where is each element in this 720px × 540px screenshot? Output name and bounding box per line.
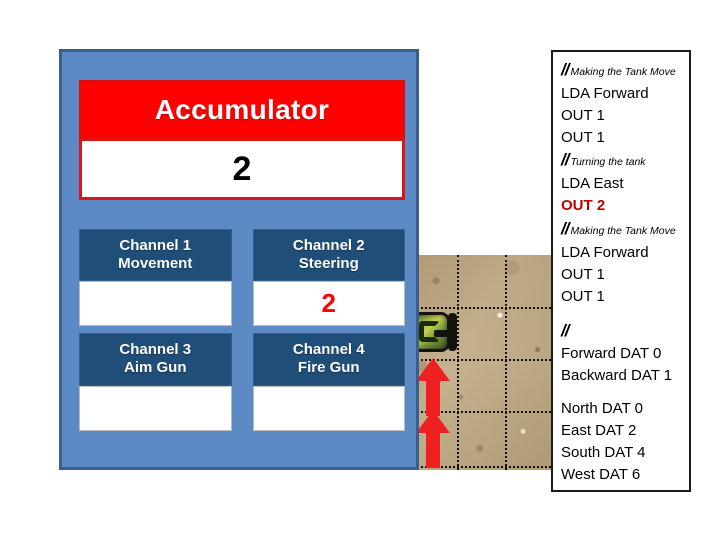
comment-text: Turning the tank [570,156,646,169]
channel-1[interactable]: Channel 1 Movement [79,229,232,327]
channel-4[interactable]: Channel 4 Fire Gun [252,333,405,431]
accumulator-widget: Accumulator 2 [79,80,405,210]
code-line: West DAT 6 [561,465,641,483]
code-line: //Making the Tank Move [561,58,689,83]
channel-1-function: Movement [118,254,193,272]
code-line: // [561,319,689,344]
channel-2-value: 2 [252,281,405,327]
arrow-shaft [426,430,440,468]
tank-control-panel: Accumulator 2 Channel 1 Movement Channel… [59,49,419,470]
channel-3-header: Channel 3 Aim Gun [79,333,232,386]
channel-4-value [252,385,405,431]
comment-slashes-icon: // [561,60,570,79]
code-line: OUT 1 [561,106,605,124]
channel-1-name: Channel 1 [119,237,192,254]
comment-text: Making the Tank Move [570,66,676,78]
code-line: OUT 1 [561,128,605,146]
movement-arrow-up-icon [416,410,450,468]
channel-4-name: Channel 4 [292,341,365,359]
code-line: East DAT 2 [561,422,637,440]
channel-1-header: Channel 1 Movement [79,229,232,282]
channel-2-name: Channel 2 [292,237,365,254]
channel-2-function: Steering [298,254,359,272]
channel-3-value [79,385,232,431]
channel-3[interactable]: Channel 3 Aim Gun [79,333,232,431]
code-line: //Making the Tank Move [561,217,689,242]
assembly-code-panel: //Making the Tank Move LDA Forward OUT 1 OU… [551,50,691,492]
code-line: Forward DAT 0 [561,345,662,363]
tank-barrel [434,330,456,337]
code-line: OUT 1 [561,287,605,305]
comment-slashes-icon: // [561,320,570,340]
code-line: OUT 2 [561,197,606,215]
movement-arrow-up-icon [416,358,450,416]
code-line: LDA Forward [561,84,649,102]
channel-3-function: Aim Gun [124,359,187,377]
grid-line-vertical [457,255,459,470]
channel-4-function: Fire Gun [297,359,360,377]
channel-2[interactable]: Channel 2 Steering 2 [252,229,405,327]
accumulator-value: 2 [79,138,405,200]
comment-slashes-icon: // [561,219,570,239]
code-line: North DAT 0 [561,400,643,418]
code-line: Backward DAT 1 [561,367,673,385]
channel-3-name: Channel 3 [119,341,192,359]
code-line: LDA Forward [561,243,649,261]
screenshot-stage: Accumulator 2 Channel 1 Movement Channel… [0,0,720,540]
code-line: OUT 1 [561,265,605,283]
accumulator-title: Accumulator [79,80,405,138]
code-line: LDA East [561,175,624,193]
comment-text: Making the Tank Move [570,225,676,238]
channel-4-header: Channel 4 Fire Gun [252,333,405,386]
comment-slashes-icon: // [561,150,570,170]
channel-1-value [79,281,232,327]
code-line: //Turning the tank [561,148,689,173]
channel-grid: Channel 1 Movement Channel 2 Steering 2 … [79,229,405,431]
grid-line-vertical [505,255,507,470]
code-line: South DAT 4 [561,443,646,461]
channel-2-header: Channel 2 Steering [252,229,405,282]
